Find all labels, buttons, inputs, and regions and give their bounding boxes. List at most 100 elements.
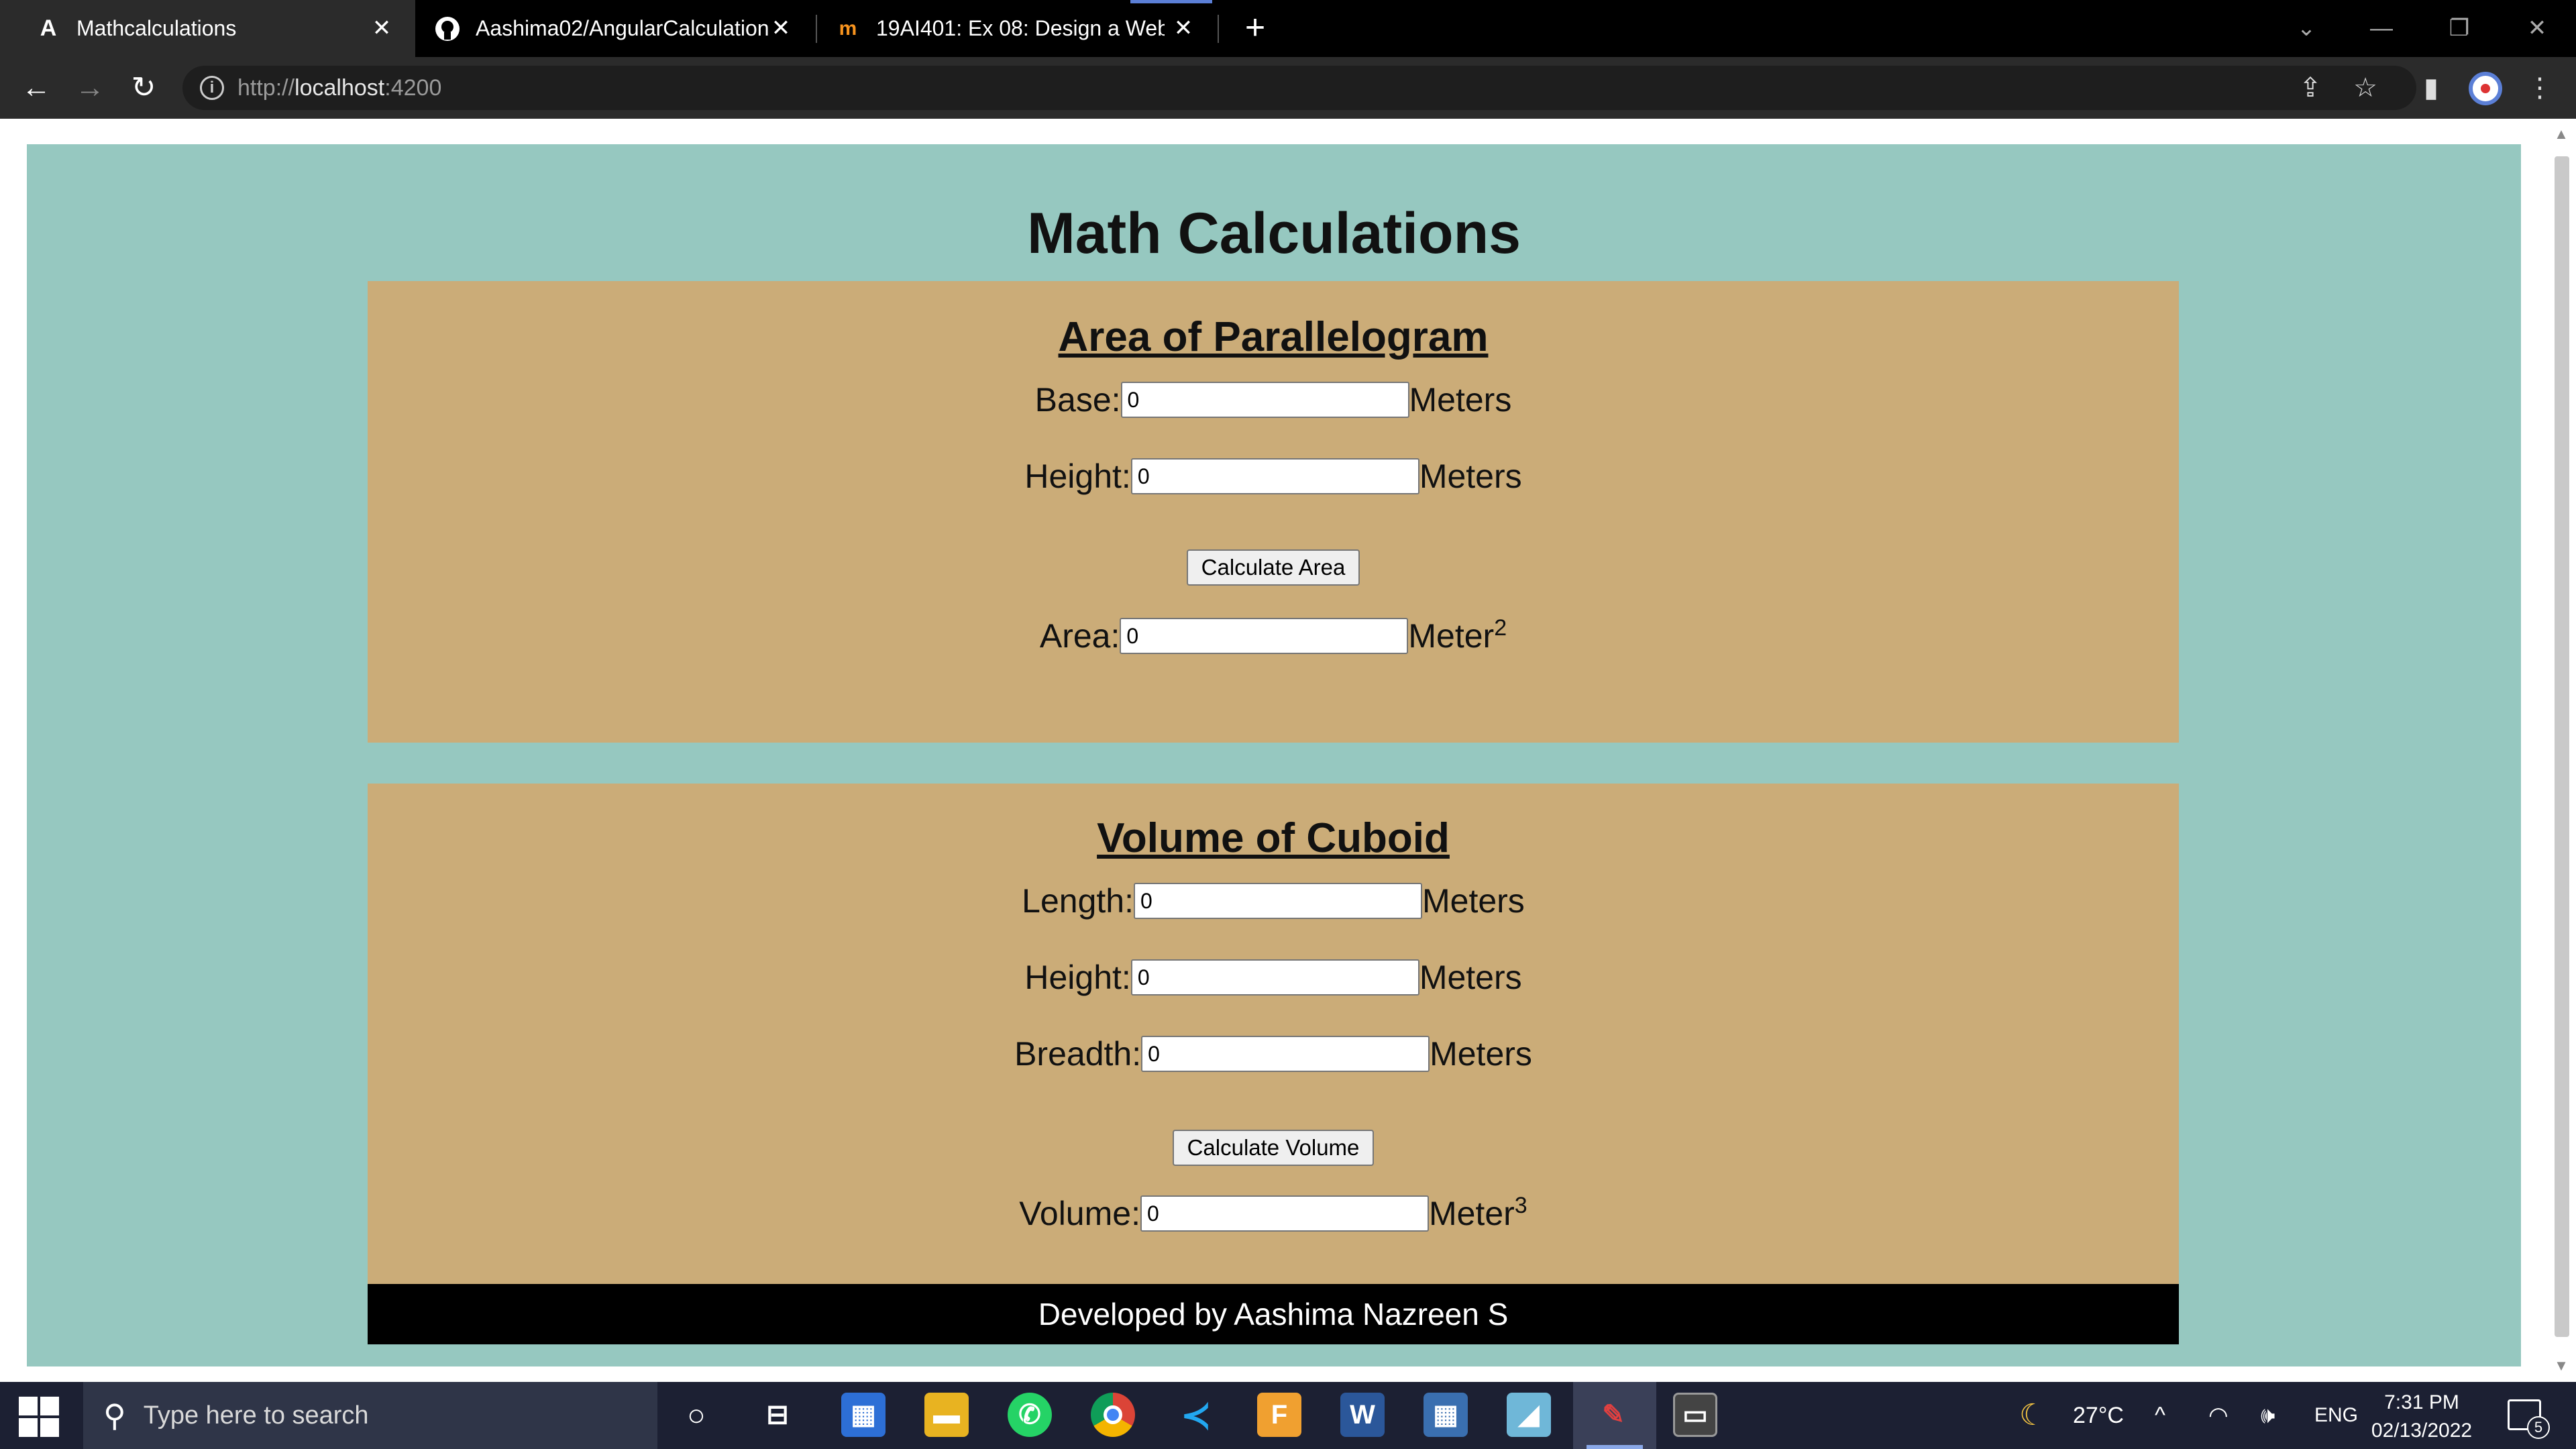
height-row: Height: Meters <box>368 457 2179 496</box>
height-input[interactable] <box>1130 458 1419 494</box>
site-info-icon[interactable]: i <box>200 76 224 100</box>
restore-icon[interactable]: ❐ <box>2439 8 2479 48</box>
volume-icon[interactable]: 🕪 <box>2261 1382 2275 1449</box>
scroll-down-icon[interactable]: ▼ <box>2552 1357 2571 1375</box>
tab-title: 19AI401: Ex 08: Design a Website <box>876 16 1165 40</box>
clock-date: 02/13/2022 <box>2371 1419 2473 1442</box>
github-icon <box>434 15 461 42</box>
menu-icon[interactable]: ⋮ <box>2521 69 2559 107</box>
breadth-input[interactable] <box>1141 1036 1430 1072</box>
store-icon[interactable]: ▦ <box>841 1393 885 1437</box>
chrome-icon[interactable] <box>1091 1393 1135 1437</box>
length-row: Length: Meters <box>368 881 2179 920</box>
calculator-icon[interactable]: ▦ <box>1424 1393 1468 1437</box>
search-placeholder: Type here to search <box>143 1401 369 1430</box>
length-label: Length: <box>1022 882 1134 920</box>
clock[interactable]: 7:31 PM 02/13/2022 <box>2365 1389 2479 1445</box>
clock-time: 7:31 PM <box>2384 1391 2459 1413</box>
paint-icon[interactable]: ✎ <box>1591 1393 1635 1437</box>
cuboid-height-label: Height: <box>1024 959 1131 996</box>
length-input[interactable] <box>1134 883 1422 919</box>
area-unit: Meter2 <box>1408 615 1507 655</box>
app-container: Math Calculations Area of Parallelogram … <box>27 144 2521 1366</box>
tab-moodle[interactable]: m 19AI401: Ex 08: Design a Website ✕ <box>817 0 1217 57</box>
breadth-row: Breadth: Meters <box>368 1034 2179 1073</box>
vscode-icon[interactable]: ≺ <box>1174 1393 1218 1437</box>
close-icon[interactable]: ✕ <box>767 15 794 42</box>
page-viewport: Math Calculations Area of Parallelogram … <box>0 119 2546 1382</box>
file-explorer-icon[interactable]: ▬ <box>924 1393 969 1437</box>
word-icon[interactable]: W <box>1340 1393 1385 1437</box>
forward-icon[interactable]: → <box>71 69 109 107</box>
area-output[interactable] <box>1120 618 1409 654</box>
tab-mathcalculations[interactable]: A Mathcalculations ✕ <box>0 0 415 57</box>
scroll-up-icon[interactable]: ▲ <box>2552 125 2571 143</box>
volume-result-row: Volume: Meter3 <box>368 1193 2179 1233</box>
close-icon[interactable]: ✕ <box>1170 15 1197 42</box>
height-unit: Meters <box>1419 458 1522 495</box>
cortana-icon[interactable]: ○ <box>674 1393 718 1437</box>
windows-start-icon[interactable] <box>19 1397 59 1437</box>
tray-chevron-icon[interactable]: ^ <box>2155 1382 2165 1449</box>
base-unit: Meters <box>1409 381 1512 419</box>
moodle-icon: m <box>839 17 857 40</box>
back-icon[interactable]: ← <box>17 69 55 107</box>
tab-search-chevron-icon[interactable]: ⌄ <box>2286 8 2326 48</box>
tab-title: Mathcalculations <box>76 16 237 40</box>
weather-icon[interactable]: ☾ <box>2019 1382 2045 1449</box>
area-card: Area of Parallelogram Base: Meters Heigh… <box>368 281 2179 743</box>
page-scrollbar[interactable]: ▲ ▼ <box>2546 119 2576 1382</box>
notification-icon[interactable]: 5 <box>2508 1399 2550 1439</box>
volume-title: Volume of Cuboid <box>1097 815 1450 861</box>
volume-button-row: Calculate Volume <box>368 1130 2179 1166</box>
cuboid-height-unit: Meters <box>1419 959 1522 996</box>
side-panel-icon[interactable]: ▮ <box>2412 69 2450 107</box>
area-button-row: Calculate Area <box>368 549 2179 586</box>
angular-icon: A <box>40 15 57 41</box>
bookmark-star-icon[interactable]: ☆ <box>2347 69 2384 107</box>
area-result-row: Area: Meter2 <box>368 615 2179 655</box>
minimize-icon[interactable]: — <box>2361 8 2402 48</box>
taskbar-search[interactable]: ⚲ Type here to search <box>83 1382 657 1449</box>
search-icon: ⚲ <box>103 1398 126 1433</box>
volume-card: Volume of Cuboid Length: Meters Height: … <box>368 784 2179 1284</box>
close-window-icon[interactable]: ✕ <box>2517 8 2557 48</box>
volume-output[interactable] <box>1140 1195 1429 1232</box>
breadth-label: Breadth: <box>1014 1035 1142 1073</box>
cuboid-height-input[interactable] <box>1130 959 1419 996</box>
whatsapp-icon[interactable]: ✆ <box>1008 1393 1052 1437</box>
close-icon[interactable]: ✕ <box>368 15 395 42</box>
browser-toolbar: ← → ↻ i http://localhost:4200 ⇪ ☆ ▮ ⋮ <box>0 57 2576 119</box>
volume-label: Volume: <box>1019 1195 1140 1232</box>
terminal-icon[interactable]: ▭ <box>1673 1393 1717 1437</box>
calculate-area-button[interactable]: Calculate Area <box>1186 549 1360 586</box>
app-f-icon[interactable]: F <box>1257 1393 1301 1437</box>
area-title: Area of Parallelogram <box>1058 314 1489 360</box>
temperature[interactable]: 27°C <box>2073 1382 2124 1449</box>
calculate-volume-button[interactable]: Calculate Volume <box>1172 1130 1375 1166</box>
tab-separator <box>1218 15 1219 43</box>
wifi-icon[interactable]: ◠ <box>2208 1382 2229 1449</box>
area-label: Area: <box>1039 617 1120 655</box>
scrollbar-thumb[interactable] <box>2555 156 2569 1337</box>
taskbar: ⚲ Type here to search ○ ⊟ ▦ ▬ ✆ ≺ F W ▦ … <box>0 1382 2576 1449</box>
reload-icon[interactable]: ↻ <box>125 69 162 107</box>
language-indicator[interactable]: ENG <box>2314 1382 2358 1449</box>
base-row: Base: Meters <box>368 380 2179 419</box>
tab-title: Aashima02/AngularCalculation <box>476 16 769 40</box>
notification-count: 5 <box>2527 1416 2550 1439</box>
page-title: Math Calculations <box>1027 201 1521 266</box>
new-tab-icon[interactable]: + <box>1238 10 1273 46</box>
browser-tab-strip: A Mathcalculations ✕ Aashima02/AngularCa… <box>0 0 2576 57</box>
url-text[interactable]: http://localhost:4200 <box>237 75 441 101</box>
length-unit: Meters <box>1422 882 1525 920</box>
tab-github[interactable]: Aashima02/AngularCalculation ✕ <box>415 0 814 57</box>
height-label: Height: <box>1024 458 1131 495</box>
base-label: Base: <box>1034 381 1121 419</box>
profile-avatar[interactable] <box>2469 72 2502 105</box>
base-input[interactable] <box>1120 382 1409 418</box>
share-icon[interactable]: ⇪ <box>2292 69 2329 107</box>
address-bar[interactable]: i http://localhost:4200 <box>182 66 2416 110</box>
snip-tool-icon[interactable]: ◢ <box>1507 1393 1551 1437</box>
task-view-icon[interactable]: ⊟ <box>755 1393 800 1437</box>
